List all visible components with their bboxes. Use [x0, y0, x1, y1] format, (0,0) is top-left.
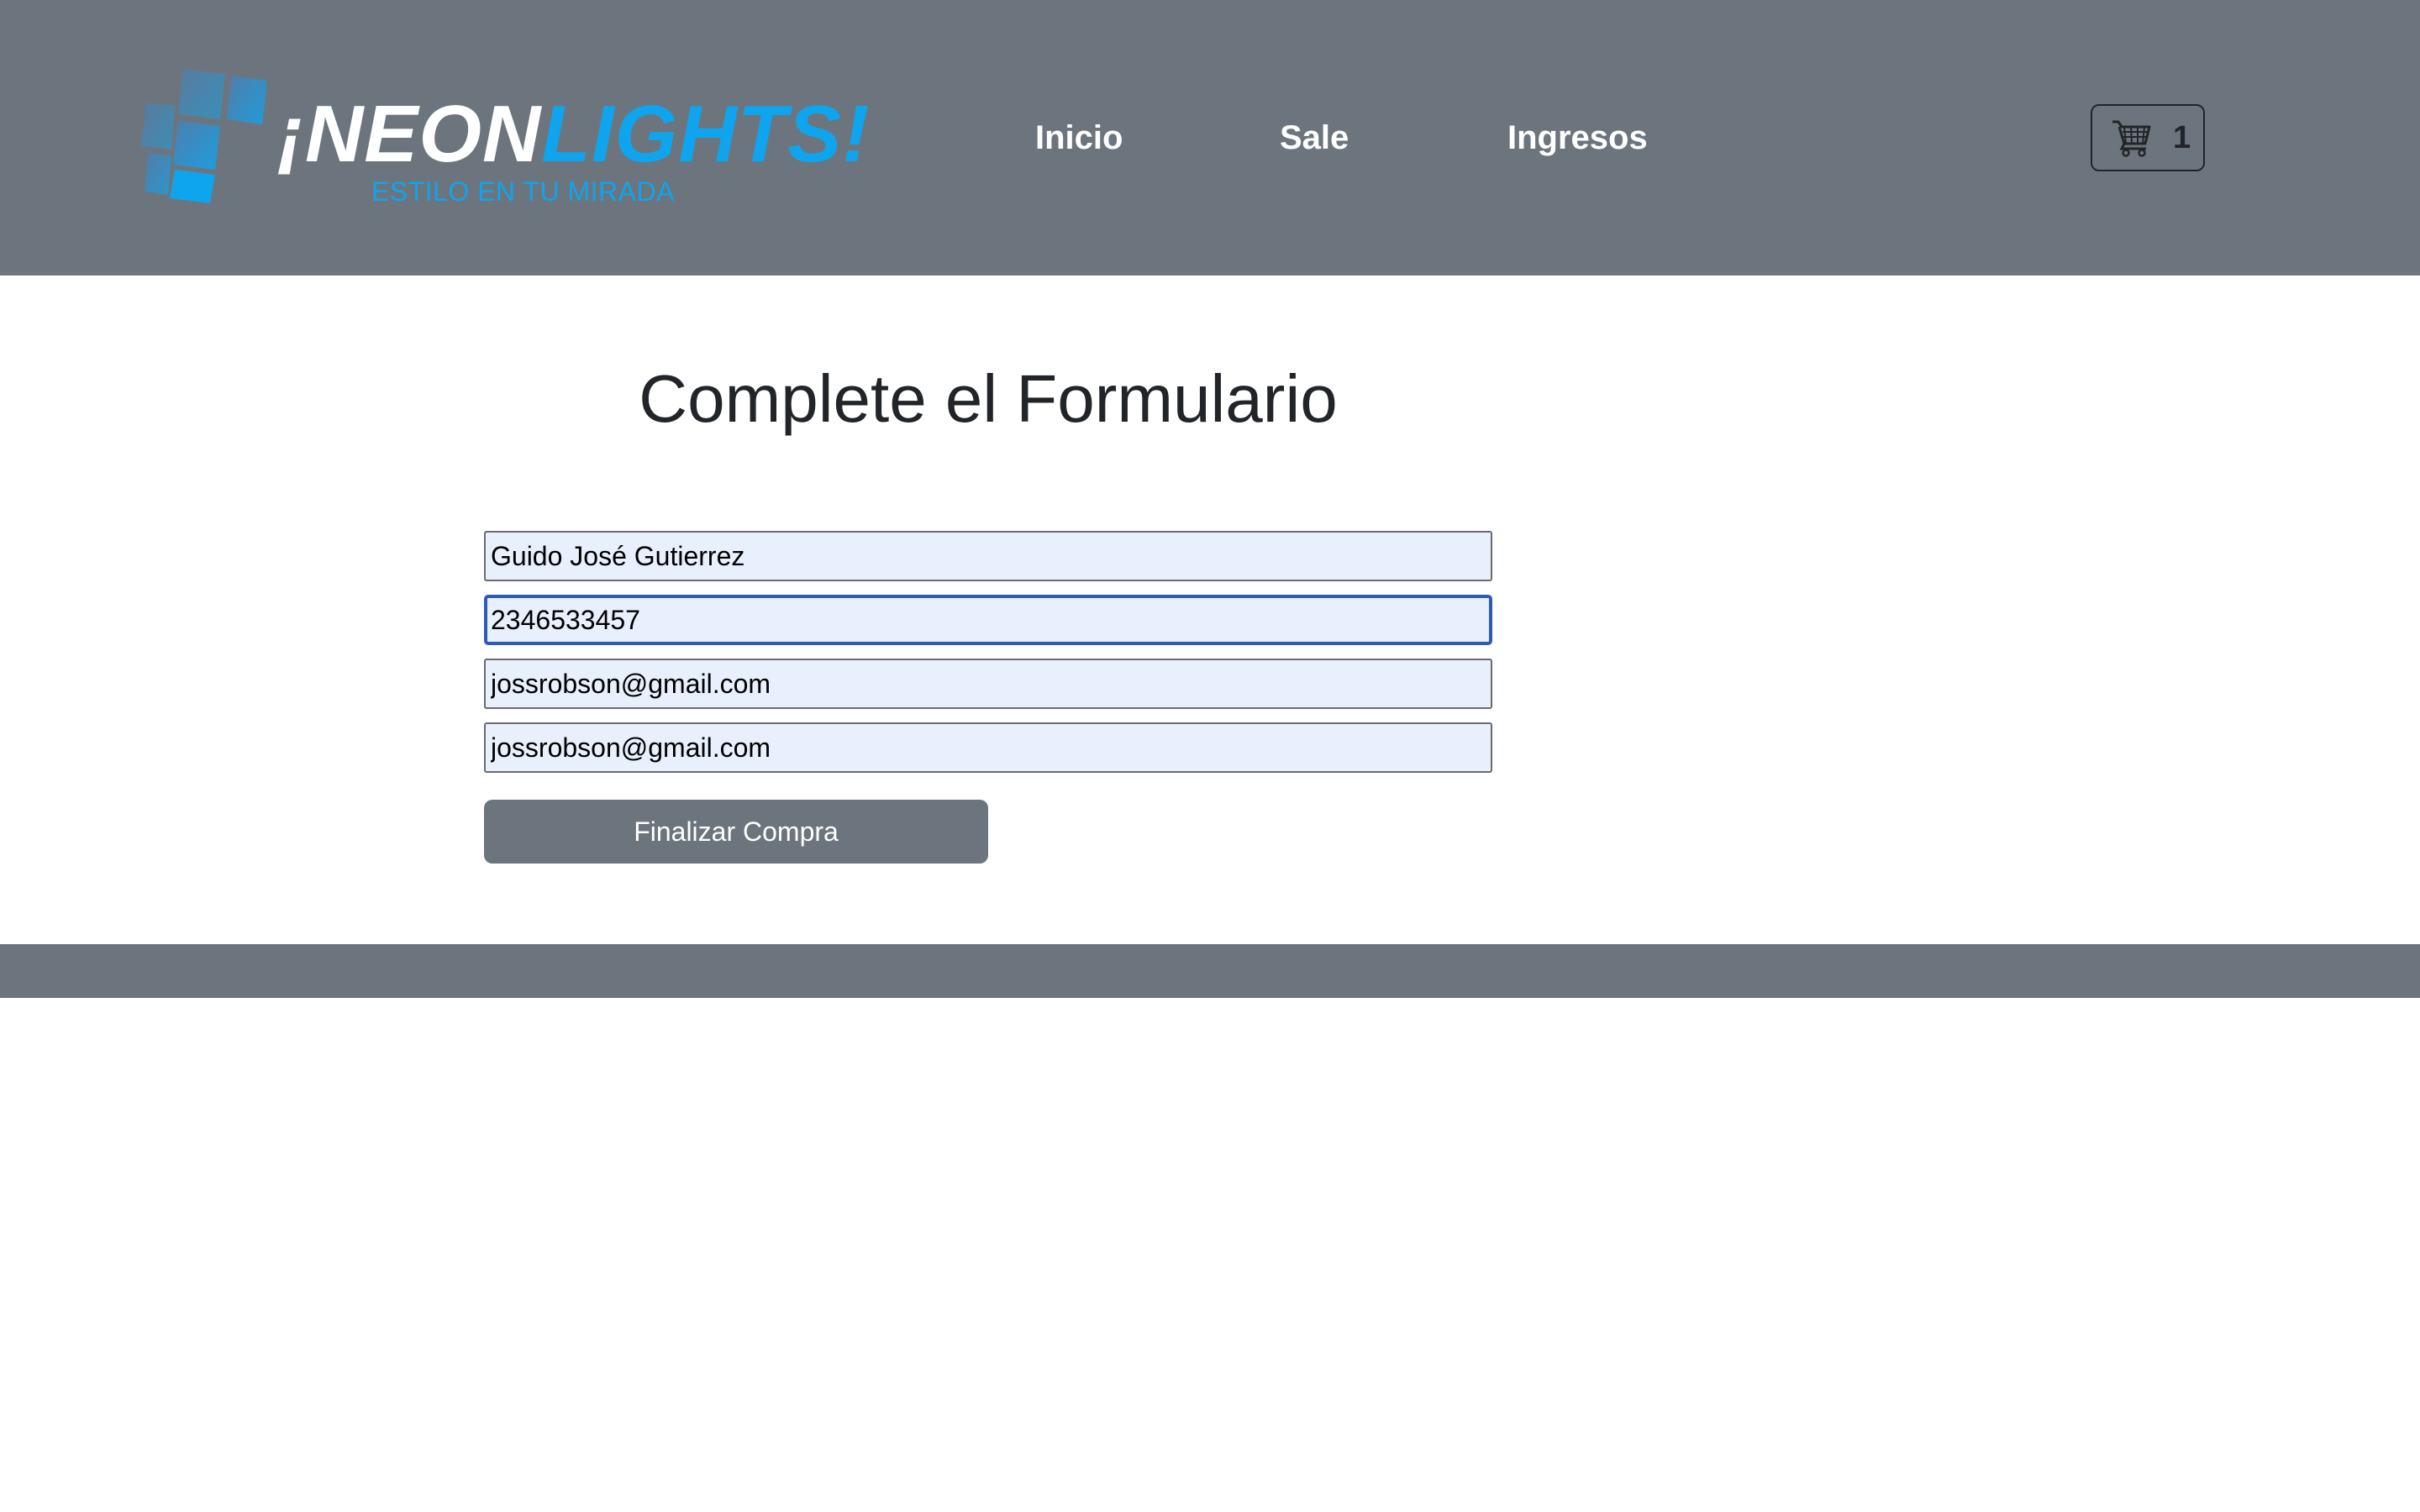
- phone-field[interactable]: [484, 595, 1492, 645]
- tiles-logo-icon: [141, 69, 267, 203]
- email-confirm-field[interactable]: [484, 722, 1492, 773]
- site-header: ¡NEONLIGHTS! ESTILO EN TU MIRADA Inicio …: [0, 0, 2420, 276]
- cart-count: 1: [2173, 119, 2191, 155]
- cart-button[interactable]: 1: [2091, 104, 2205, 171]
- cart-icon: [2112, 120, 2151, 157]
- name-field[interactable]: [484, 531, 1492, 581]
- nav-link-inicio[interactable]: Inicio: [1035, 118, 1123, 158]
- site-footer: [0, 944, 2420, 998]
- logo-title-blue: LIGHTS!: [541, 89, 871, 179]
- email-field[interactable]: [484, 659, 1492, 709]
- page-title: Complete el Formulario: [639, 361, 1338, 436]
- logo-tagline: ESTILO EN TU MIRADA: [371, 176, 675, 207]
- logo-title-white: ¡NEON: [277, 89, 542, 179]
- nav-link-sale[interactable]: Sale: [1280, 118, 1349, 158]
- finalizar-compra-button[interactable]: Finalizar Compra: [484, 800, 988, 864]
- nav-link-ingresos[interactable]: Ingresos: [1507, 118, 1648, 158]
- logo-title: ¡NEONLIGHTS!: [277, 94, 870, 175]
- brand-logo[interactable]: ¡NEONLIGHTS! ESTILO EN TU MIRADA: [126, 50, 869, 231]
